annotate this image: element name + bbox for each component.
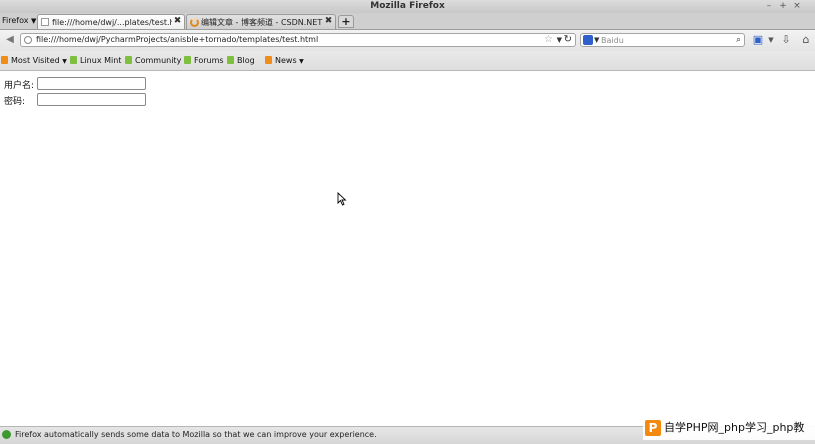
watermark-logo: P bbox=[645, 420, 661, 436]
url-bar[interactable]: file:///home/dwj/PycharmProjects/anisble… bbox=[20, 33, 576, 47]
new-tab-button[interactable]: + bbox=[338, 15, 354, 28]
bookmark-label: News bbox=[275, 56, 297, 65]
tab-test-html[interactable]: file:///home/dwj/...plates/test.html ✖ bbox=[37, 14, 185, 29]
plus-icon: + bbox=[341, 15, 351, 28]
rss-icon bbox=[1, 56, 8, 64]
watermark: P 自学PHP网_php学习_php教 bbox=[643, 418, 815, 440]
bookmark-label: Most Visited bbox=[11, 56, 60, 65]
home-icon[interactable]: ⌂ bbox=[799, 33, 813, 47]
password-field[interactable] bbox=[37, 93, 146, 106]
bookmark-label: Community bbox=[135, 56, 182, 65]
rss-icon bbox=[265, 56, 272, 64]
maximize-icon[interactable]: + bbox=[777, 1, 789, 12]
page-icon bbox=[41, 18, 49, 26]
mouse-cursor-icon bbox=[337, 192, 347, 206]
password-row: 密码: bbox=[4, 93, 154, 107]
bookmark-blog[interactable]: Blog bbox=[227, 55, 255, 67]
search-input[interactable] bbox=[601, 34, 721, 46]
bookmark-community[interactable]: Community bbox=[125, 55, 181, 67]
search-icon[interactable]: ⌕ bbox=[736, 34, 741, 46]
bookmark-linux-mint[interactable]: Linux Mint bbox=[70, 55, 121, 67]
watermark-text: 自学PHP网_php学习_php教 bbox=[664, 421, 805, 434]
page-content: 用户名: 密码: bbox=[0, 71, 815, 425]
bookmarks-toolbar: Most Visited ▼ Linux Mint Community Foru… bbox=[0, 51, 815, 71]
chevron-down-icon[interactable]: ▼ bbox=[764, 33, 778, 47]
navigation-toolbar: ◀ file:///home/dwj/PycharmProjects/anisb… bbox=[0, 30, 815, 51]
bookmark-icon bbox=[184, 56, 191, 64]
bookmark-icon bbox=[70, 56, 77, 64]
loading-spinner-icon bbox=[190, 18, 199, 27]
tab-close-icon[interactable]: ✖ bbox=[173, 16, 182, 27]
window-title: Mozilla Firefox bbox=[370, 1, 445, 11]
download-icon[interactable]: ⇩ bbox=[779, 33, 793, 47]
username-row: 用户名: bbox=[4, 77, 154, 91]
chevron-down-icon: ▼ bbox=[31, 17, 37, 25]
firefox-menu-label: Firefox bbox=[2, 16, 29, 25]
history-dropdown-icon[interactable]: ▼ bbox=[557, 34, 562, 46]
bookmark-forums[interactable]: Forums bbox=[184, 55, 224, 67]
bookmark-most-visited[interactable]: Most Visited ▼ bbox=[1, 55, 67, 67]
globe-icon bbox=[24, 36, 32, 44]
bookmark-label: Forums bbox=[194, 56, 224, 65]
search-engine-icon[interactable] bbox=[583, 35, 593, 45]
back-button[interactable]: ◀ bbox=[3, 33, 17, 47]
bookmark-icon bbox=[125, 56, 132, 64]
username-field[interactable] bbox=[37, 77, 146, 90]
reload-icon[interactable]: ↻ bbox=[564, 34, 572, 46]
tab-label: 编辑文章 - 博客频道 - CSDN.NET bbox=[201, 18, 323, 27]
chevron-down-icon[interactable]: ▼ bbox=[594, 34, 599, 46]
password-label: 密码: bbox=[4, 97, 26, 107]
bookmark-icon bbox=[227, 56, 234, 64]
chevron-down-icon: ▼ bbox=[299, 58, 304, 65]
bookmark-label: Linux Mint bbox=[80, 56, 122, 65]
tab-strip: Firefox ▼ file:///home/dwj/...plates/tes… bbox=[0, 13, 815, 30]
back-arrow-icon: ◀ bbox=[6, 34, 14, 45]
window-titlebar: Mozilla Firefox – + × bbox=[0, 0, 815, 14]
tab-csdn[interactable]: 编辑文章 - 博客频道 - CSDN.NET ✖ bbox=[186, 14, 336, 29]
addon-icon[interactable]: ▣ bbox=[751, 33, 765, 47]
url-text: file:///home/dwj/PycharmProjects/anisble… bbox=[36, 35, 319, 44]
bookmark-news[interactable]: News ▼ bbox=[265, 55, 304, 67]
minimize-icon[interactable]: – bbox=[763, 1, 775, 12]
firefox-menu-button[interactable]: Firefox ▼ bbox=[0, 15, 38, 27]
tab-label: file:///home/dwj/...plates/test.html bbox=[52, 18, 172, 27]
close-icon[interactable]: × bbox=[791, 1, 803, 12]
status-message: Firefox automatically sends some data to… bbox=[15, 430, 377, 439]
search-bar: ▼ ⌕ bbox=[580, 33, 745, 47]
username-label: 用户名: bbox=[4, 81, 35, 91]
bookmark-label: Blog bbox=[237, 56, 255, 65]
notification-icon bbox=[2, 430, 11, 439]
tab-close-icon[interactable]: ✖ bbox=[324, 16, 333, 27]
star-icon[interactable]: ☆ bbox=[544, 34, 553, 46]
chevron-down-icon: ▼ bbox=[62, 58, 67, 65]
